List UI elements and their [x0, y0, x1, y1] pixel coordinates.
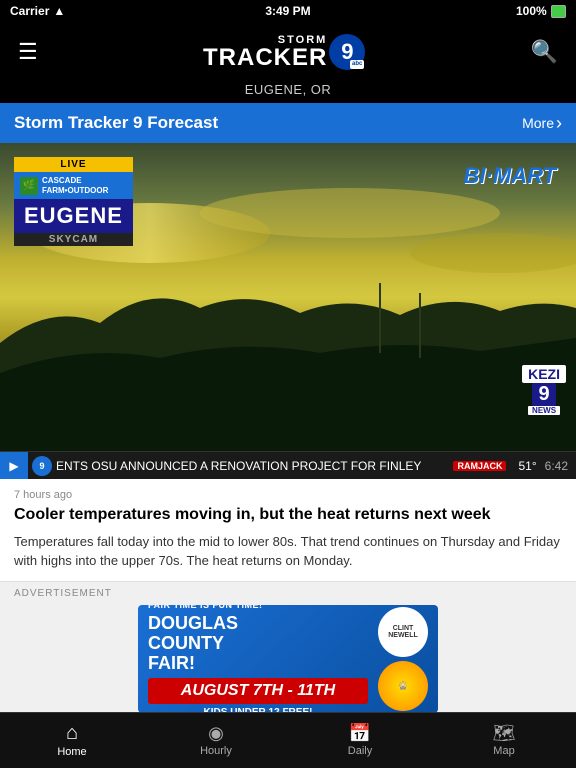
- map-icon: 🗺: [493, 724, 516, 742]
- article-section: 7 hours ago Cooler temperatures moving i…: [0, 479, 576, 581]
- ticker-time: 6:42: [545, 459, 576, 473]
- bimart-logo: BI·MART: [464, 163, 556, 189]
- kezi-text: KEZI: [522, 365, 566, 383]
- logo-abc: abc: [350, 60, 364, 69]
- forecast-title: Storm Tracker 9 Forecast: [14, 113, 218, 133]
- battery-label: 100%: [516, 4, 547, 18]
- ad-right: CLINTNEWELL 🎡: [378, 607, 428, 711]
- location-bar: EUGENE, OR: [0, 82, 576, 103]
- header: ☰ STORM TRACKER 9 abc 🔍: [0, 22, 576, 82]
- cascade-leaf-icon: 🌿: [20, 177, 38, 195]
- nav-item-home[interactable]: ⌂ Home: [0, 713, 144, 768]
- wifi-icon: ▲: [53, 4, 65, 18]
- ticker-text: ENTS OSU ANNOUNCED A RENOVATION PROJECT …: [56, 459, 449, 473]
- kezi-9: 9: [532, 383, 555, 406]
- eugene-text: EUGENE: [24, 203, 123, 229]
- ad-tagline: FAIR TIME IS FUN TIME!: [148, 605, 368, 610]
- nav-label-home: Home: [57, 746, 86, 758]
- status-bar: Carrier ▲ 3:49 PM 100% ▓: [0, 0, 576, 22]
- live-badge: LIVE: [14, 157, 133, 172]
- kezi-news: NEWS: [528, 406, 560, 415]
- bottom-nav: ⌂ Home ◉ Hourly 📅 Daily 🗺 Map: [0, 712, 576, 768]
- nav-label-daily: Daily: [348, 745, 372, 757]
- ad-banner[interactable]: FAIR TIME IS FUN TIME! DOUGLAS COUNTY FA…: [138, 605, 438, 713]
- nav-label-map: Map: [493, 745, 514, 757]
- logo-tracker: TRACKER: [203, 46, 327, 70]
- chevron-icon: ›: [556, 113, 562, 134]
- ticker-sponsor: RAMJACK: [453, 461, 506, 471]
- ad-wheel-icon: 🎡: [378, 661, 428, 711]
- ad-logo-fair: DOUGLAS COUNTY FAIR!: [148, 614, 368, 673]
- search-button[interactable]: 🔍: [527, 35, 562, 69]
- kezi-badge: KEZI 9 NEWS: [522, 365, 566, 415]
- live-banner: LIVE 🌿 CASCADE FARM•OUTDOOR EUGENE SKYCA…: [14, 157, 133, 246]
- ad-section: ADVERTISEMENT FAIR TIME IS FUN TIME! DOU…: [0, 582, 576, 723]
- status-right: 100% ▓: [516, 4, 566, 18]
- ad-left: FAIR TIME IS FUN TIME! DOUGLAS COUNTY FA…: [148, 605, 368, 713]
- nav-item-daily[interactable]: 📅 Daily: [288, 713, 432, 768]
- location-text: EUGENE, OR: [245, 82, 332, 97]
- ticker-temperature: 51°: [510, 459, 544, 473]
- status-left: Carrier ▲: [10, 4, 65, 18]
- battery-icon: ▓: [551, 5, 566, 18]
- forecast-header: Storm Tracker 9 Forecast More ›: [0, 103, 576, 143]
- video-player[interactable]: LIVE 🌿 CASCADE FARM•OUTDOOR EUGENE SKYCA…: [0, 143, 576, 451]
- article-title[interactable]: Cooler temperatures moving in, but the h…: [14, 505, 562, 526]
- app-logo: STORM TRACKER 9 abc: [203, 34, 365, 70]
- skycam-text: SKYCAM: [14, 233, 133, 246]
- hourly-icon: ◉: [208, 724, 224, 742]
- eugene-block: EUGENE: [14, 199, 133, 233]
- ticker-play-icon: ▶: [0, 452, 28, 480]
- more-label: More: [522, 115, 554, 131]
- nav-item-map[interactable]: 🗺 Map: [432, 713, 576, 768]
- ad-logo-circle: CLINTNEWELL: [378, 607, 428, 657]
- cascade-text: CASCADE FARM•OUTDOOR: [42, 176, 108, 195]
- nav-item-hourly[interactable]: ◉ Hourly: [144, 713, 288, 768]
- more-link[interactable]: More ›: [522, 113, 562, 134]
- ad-dates: AUGUST 7TH - 11TH: [148, 678, 368, 704]
- article-body: Temperatures fall today into the mid to …: [14, 532, 562, 571]
- ad-label: ADVERTISEMENT: [14, 588, 562, 599]
- ticker-channel-icon: 9: [32, 456, 52, 476]
- article-time: 7 hours ago: [14, 489, 562, 501]
- status-time: 3:49 PM: [265, 4, 310, 18]
- cascade-logo: 🌿 CASCADE FARM•OUTDOOR: [14, 172, 133, 199]
- home-icon: ⌂: [66, 723, 78, 743]
- logo-badge: 9 abc: [329, 34, 365, 70]
- daily-icon: 📅: [349, 724, 371, 742]
- nav-label-hourly: Hourly: [200, 745, 232, 757]
- menu-button[interactable]: ☰: [14, 35, 42, 69]
- news-ticker: ▶ 9 ENTS OSU ANNOUNCED A RENOVATION PROJ…: [0, 451, 576, 479]
- carrier-label: Carrier: [10, 4, 49, 18]
